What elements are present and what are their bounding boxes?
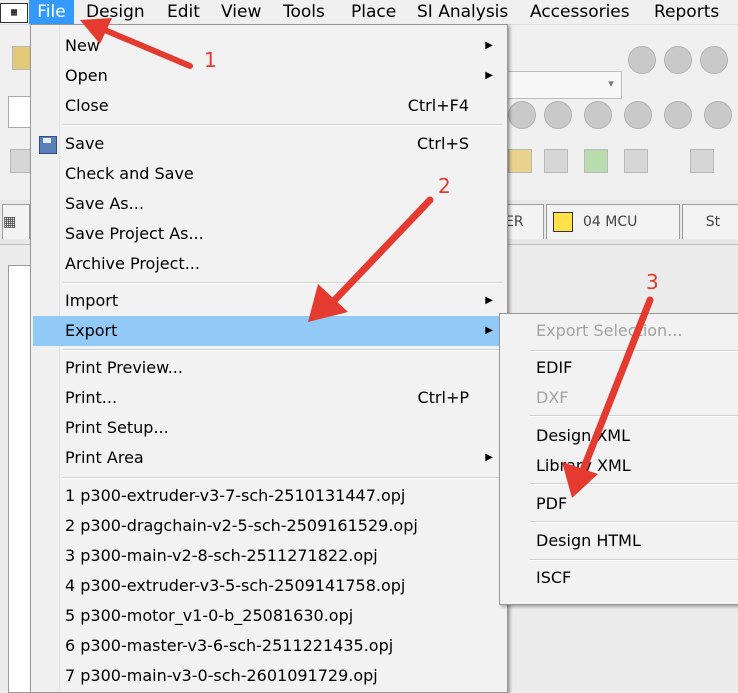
annotation-arrow-1	[80, 18, 193, 69]
annotation-label-2: 2	[438, 174, 451, 198]
annotation-layer	[80, 18, 654, 498]
annotation-label-3: 3	[646, 270, 659, 294]
annotation-arrow-3	[562, 296, 654, 498]
annotation-arrow-2	[308, 196, 434, 322]
annotation-label-1: 1	[204, 48, 217, 72]
